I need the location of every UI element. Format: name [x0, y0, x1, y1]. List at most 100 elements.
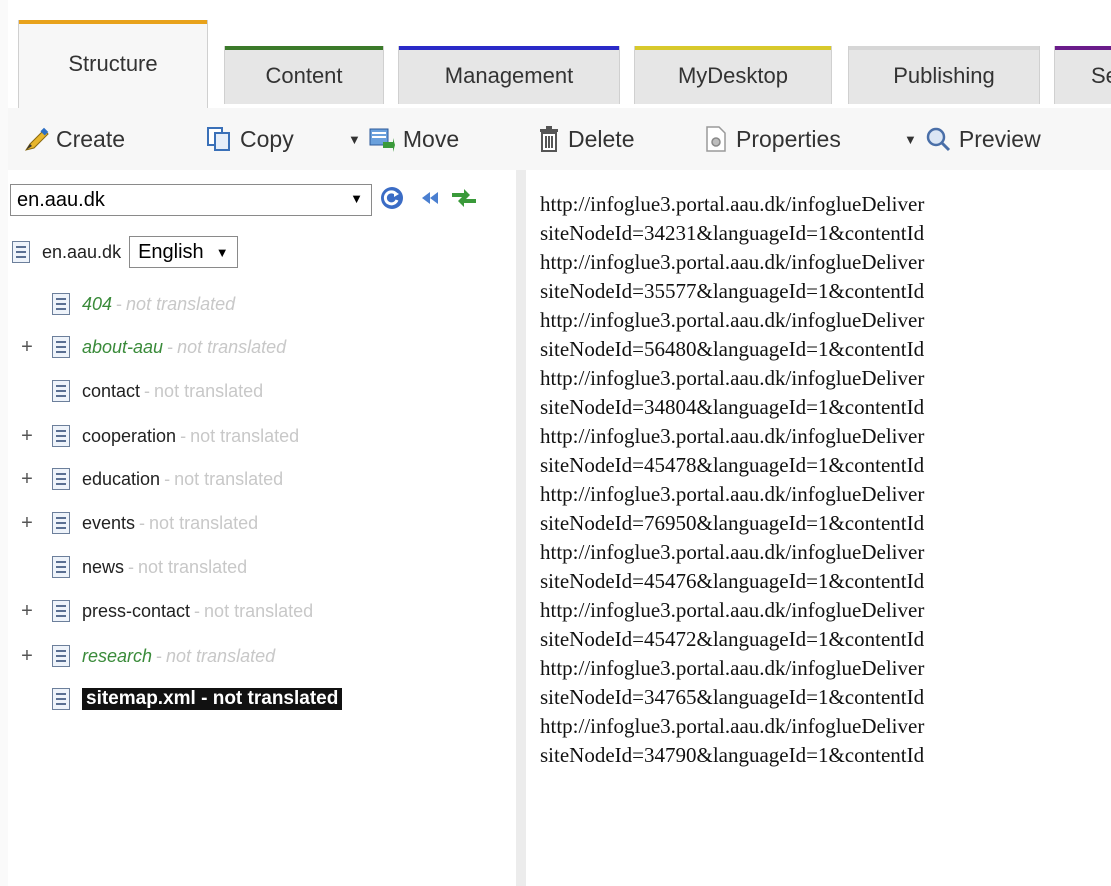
tree-item-label: press-contact	[82, 600, 191, 621]
tree-item-label: cooperation	[82, 425, 177, 446]
tab-content[interactable]: Content	[224, 46, 384, 104]
tree-item-label: sitemap.xml	[86, 688, 196, 709]
separator: -	[128, 556, 135, 577]
tree-item-cooperation[interactable]: cooperation - not translated	[52, 421, 299, 451]
create-button[interactable]: Create	[22, 122, 125, 156]
translation-status: not translated	[154, 380, 264, 401]
tab-color-bar	[1055, 46, 1111, 50]
tree-item-label: news	[82, 556, 125, 577]
properties-button[interactable]: Properties	[704, 122, 841, 156]
tab-mydesktop[interactable]: MyDesktop	[634, 46, 832, 104]
properties-icon	[704, 126, 728, 152]
delete-label: Delete	[568, 125, 635, 152]
content-line: siteNodeId=35577&languageId=1&contentId	[540, 279, 925, 303]
content-line: http://infoglue3.portal.aau.dk/infoglueD…	[540, 250, 925, 274]
tab-label: Se	[1091, 62, 1111, 88]
tab-structure[interactable]: Structure	[18, 20, 208, 108]
content-line: siteNodeId=34790&languageId=1&contentId	[540, 743, 925, 767]
content-line: http://infoglue3.portal.aau.dk/infoglueD…	[540, 482, 925, 506]
sync-arrows-icon[interactable]	[450, 186, 476, 210]
language-select-value: English	[138, 240, 204, 263]
tree-item-label: about-aau	[82, 336, 164, 357]
tree-item-sitemap-xml[interactable]: sitemap.xml - not translated	[52, 684, 343, 714]
tab-management[interactable]: Management	[398, 46, 620, 104]
move-label: Move	[402, 125, 460, 152]
content-line: siteNodeId=34765&languageId=1&contentId	[540, 685, 925, 709]
tree-item-research[interactable]: research - not translated	[52, 641, 275, 671]
tree-item-label: education	[82, 468, 161, 489]
tab-color-bar	[225, 46, 383, 50]
separator: -	[201, 688, 208, 709]
tree-root[interactable]: en.aau.dk English ▼	[12, 236, 238, 268]
delete-button[interactable]: Delete	[538, 122, 634, 156]
tab-publishing[interactable]: Publishing	[848, 46, 1040, 104]
tree-item-events[interactable]: events - not translated	[52, 508, 258, 538]
content-line: http://infoglue3.portal.aau.dk/infoglueD…	[540, 656, 925, 680]
translation-status: not translated	[177, 336, 287, 357]
tree-item-news[interactable]: news - not translated	[52, 552, 247, 582]
copy-button[interactable]: Copy	[206, 122, 294, 156]
expand-icon[interactable]: +	[20, 468, 34, 491]
pencil-icon	[22, 126, 49, 152]
rewind-icon[interactable]	[418, 186, 442, 210]
page-icon	[52, 336, 70, 358]
separator: -	[167, 336, 174, 357]
move-icon	[369, 126, 395, 152]
preview-label: Preview	[958, 125, 1041, 152]
structure-tree-pane: en.aau.dk ▼ en.aau.dk English ▼ 404 - no…	[8, 170, 517, 886]
content-line: http://infoglue3.portal.aau.dk/infoglueD…	[540, 424, 925, 448]
expand-icon[interactable]: +	[20, 512, 34, 535]
pane-splitter[interactable]	[516, 170, 526, 886]
content-line: siteNodeId=76950&languageId=1&contentId	[540, 511, 925, 535]
chevron-down-icon: ▼	[904, 131, 917, 147]
main-tab-bar: Structure Content Management MyDesktop P…	[0, 0, 1111, 108]
translation-status: not translated	[126, 293, 236, 314]
tab-color-bar	[849, 46, 1039, 50]
language-select[interactable]: English ▼	[129, 236, 238, 268]
content-line: http://infoglue3.portal.aau.dk/infoglueD…	[540, 192, 925, 216]
preview-icon	[925, 126, 951, 152]
move-button[interactable]: ▼ Move	[348, 122, 459, 156]
selected-node-highlight: sitemap.xml - not translated	[82, 688, 343, 710]
translation-status: not translated	[166, 645, 276, 666]
site-select[interactable]: en.aau.dk ▼	[10, 184, 372, 216]
preview-button[interactable]: ▼ Preview	[904, 122, 1041, 156]
tab-color-bar	[399, 46, 619, 50]
expand-icon[interactable]: +	[20, 425, 34, 448]
page-icon	[52, 425, 70, 447]
create-label: Create	[56, 125, 126, 152]
tab-settings-partial[interactable]: Se	[1054, 46, 1111, 104]
tree-item-education[interactable]: education - not translated	[52, 464, 283, 494]
page-icon	[12, 241, 30, 263]
expand-icon[interactable]: +	[20, 645, 34, 668]
window-edge	[0, 0, 8, 886]
tree-item-label: contact	[82, 380, 141, 401]
expand-icon[interactable]: +	[20, 336, 34, 359]
separator: -	[156, 645, 163, 666]
tree-item-label: 404	[82, 293, 113, 314]
refresh-icon[interactable]	[380, 186, 404, 210]
page-icon	[52, 293, 70, 315]
page-icon	[52, 688, 70, 710]
page-icon	[52, 512, 70, 534]
content-line: siteNodeId=56480&languageId=1&contentId	[540, 337, 925, 361]
separator: -	[139, 512, 146, 533]
tab-label: MyDesktop	[677, 62, 789, 88]
chevron-down-icon: ▼	[350, 191, 363, 206]
tree-root-label: en.aau.dk	[42, 241, 122, 262]
content-line: http://infoglue3.portal.aau.dk/infoglueD…	[540, 598, 925, 622]
expand-icon[interactable]: +	[20, 600, 34, 623]
tab-label: Content	[265, 62, 343, 88]
tree-item-press-contact[interactable]: press-contact - not translated	[52, 596, 313, 626]
preview-content-pane: http://infoglue3.portal.aau.dk/infoglueD…	[526, 170, 1111, 886]
tree-item-404[interactable]: 404 - not translated	[52, 289, 235, 319]
content-line: http://infoglue3.portal.aau.dk/infoglueD…	[540, 540, 925, 564]
translation-status: not translated	[174, 468, 284, 489]
tree-item-about-aau[interactable]: about-aau - not translated	[52, 332, 286, 362]
content-line: siteNodeId=34804&languageId=1&contentId	[540, 395, 925, 419]
action-toolbar: Create Copy ▼ Move Delete Properties ▼ P…	[8, 108, 1111, 171]
tree-item-label: events	[82, 512, 136, 533]
tree-item-contact[interactable]: contact - not translated	[52, 376, 263, 406]
page-icon	[52, 645, 70, 667]
content-line: http://infoglue3.portal.aau.dk/infoglueD…	[540, 366, 925, 390]
